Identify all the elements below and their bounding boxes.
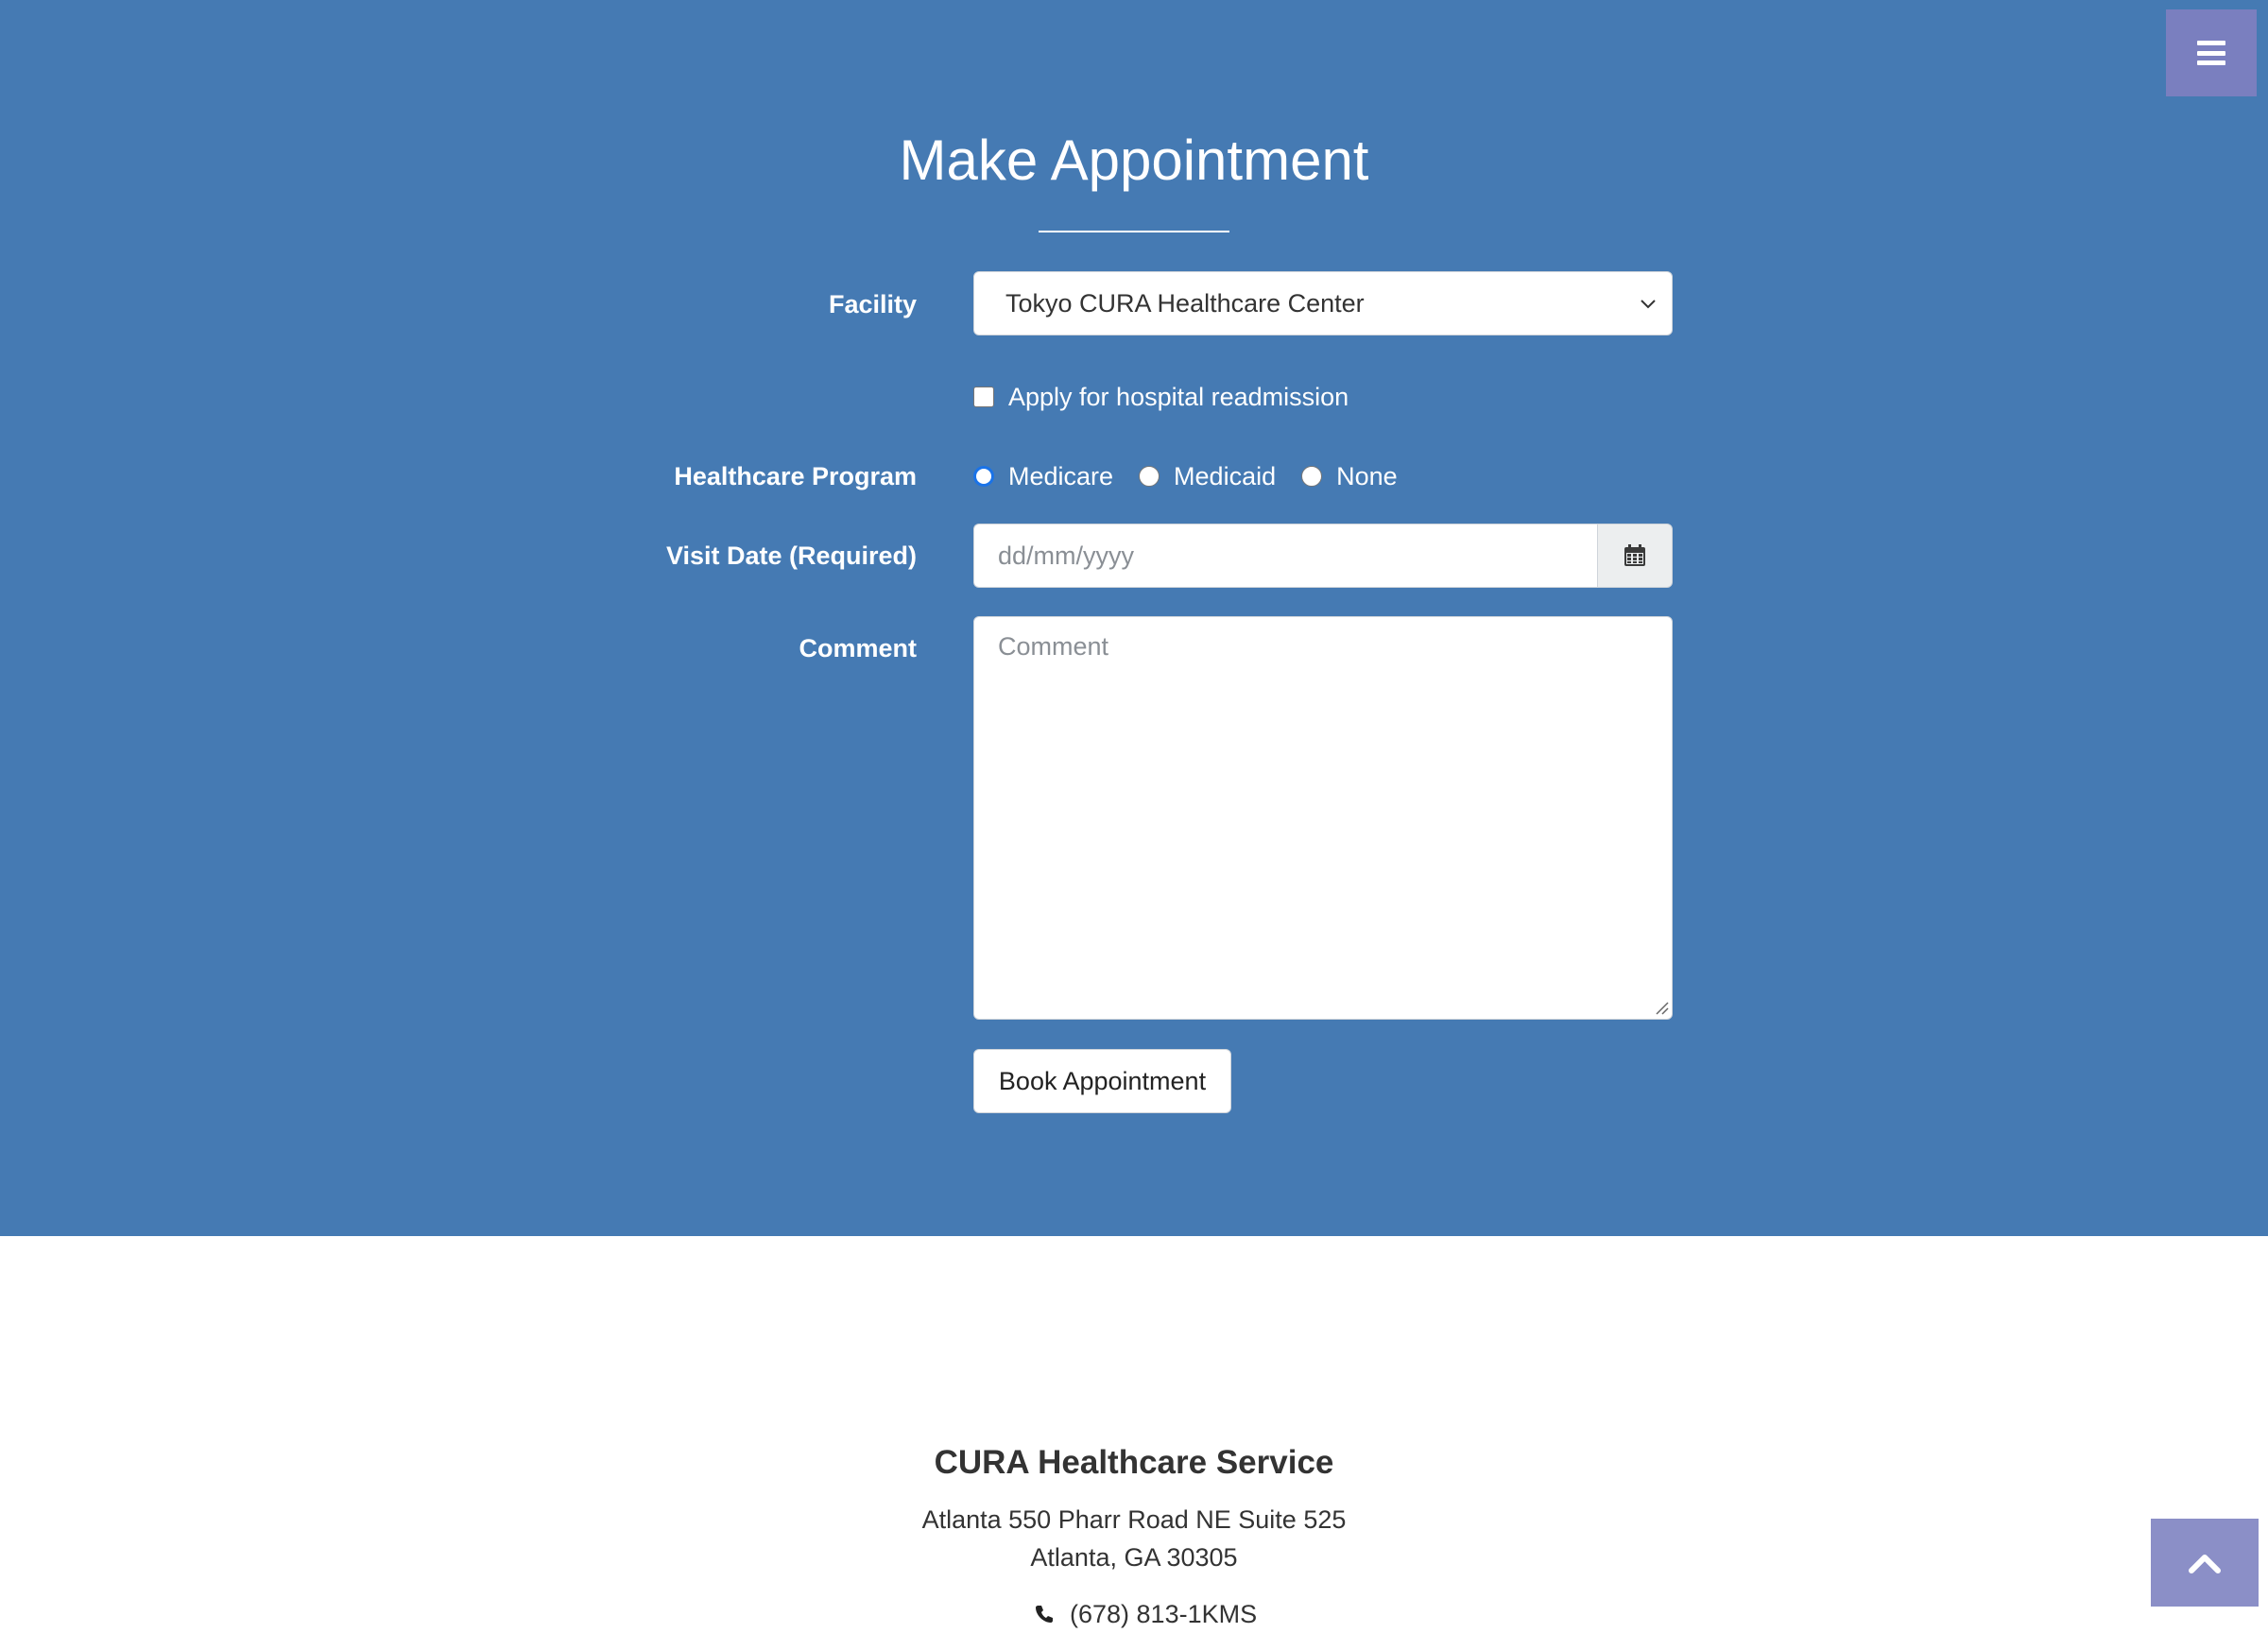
page-title: Make Appointment	[899, 129, 1369, 192]
radio-none[interactable]	[1301, 466, 1323, 487]
date-picker-button[interactable]	[1597, 524, 1673, 588]
footer-phone-row: (678) 813-1KMS	[1034, 1595, 1257, 1633]
facility-select[interactable]: Tokyo CURA Healthcare Center	[973, 271, 1673, 335]
healthcare-program-label: Healthcare Program	[674, 462, 917, 490]
book-appointment-button[interactable]: Book Appointment	[973, 1049, 1231, 1113]
radio-option-medicare[interactable]: Medicare	[973, 462, 1113, 491]
radio-option-medicaid[interactable]: Medicaid	[1139, 462, 1276, 491]
footer-address-line2: Atlanta, GA 30305	[1030, 1543, 1238, 1572]
scroll-to-top-button[interactable]	[2151, 1519, 2259, 1607]
readmission-label[interactable]: Apply for hospital readmission	[1008, 383, 1349, 412]
comment-textarea[interactable]	[973, 616, 1673, 1020]
footer-address-line1: Atlanta 550 Pharr Road NE Suite 525	[921, 1505, 1347, 1534]
phone-icon	[1036, 1606, 1053, 1623]
radio-medicaid[interactable]	[1139, 466, 1160, 487]
footer-phone-number[interactable]: (678) 813-1KMS	[1070, 1595, 1257, 1633]
comment-label: Comment	[799, 634, 917, 662]
visit-date-input[interactable]	[973, 524, 1597, 588]
facility-selected-value: Tokyo CURA Healthcare Center	[1005, 288, 1365, 318]
radio-medicare-label[interactable]: Medicare	[1008, 462, 1113, 491]
chevron-up-icon	[2189, 1554, 2221, 1573]
radio-option-none[interactable]: None	[1301, 462, 1398, 491]
footer-company-name: CURA Healthcare Service	[934, 1444, 1334, 1481]
appointment-section: Make Appointment Facility Tokyo CURA Hea…	[0, 0, 2268, 1236]
radio-medicaid-label[interactable]: Medicaid	[1174, 462, 1276, 491]
chevron-down-icon	[1641, 300, 1656, 309]
menu-bars-icon	[2197, 41, 2225, 65]
facility-label: Facility	[828, 290, 917, 318]
resize-handle-icon[interactable]	[1654, 1000, 1669, 1015]
radio-medicare[interactable]	[973, 466, 994, 487]
readmission-checkbox[interactable]	[973, 387, 994, 407]
title-divider	[1039, 231, 1229, 232]
calendar-icon	[1624, 544, 1645, 566]
readmission-row: Apply for hospital readmission	[973, 378, 1349, 416]
healthcare-program-radio-group: Medicare Medicaid None	[973, 457, 1423, 495]
visit-date-group	[973, 524, 1673, 588]
menu-toggle-button[interactable]	[2166, 9, 2257, 96]
visit-date-label: Visit Date (Required)	[665, 541, 917, 570]
radio-none-label[interactable]: None	[1336, 462, 1398, 491]
